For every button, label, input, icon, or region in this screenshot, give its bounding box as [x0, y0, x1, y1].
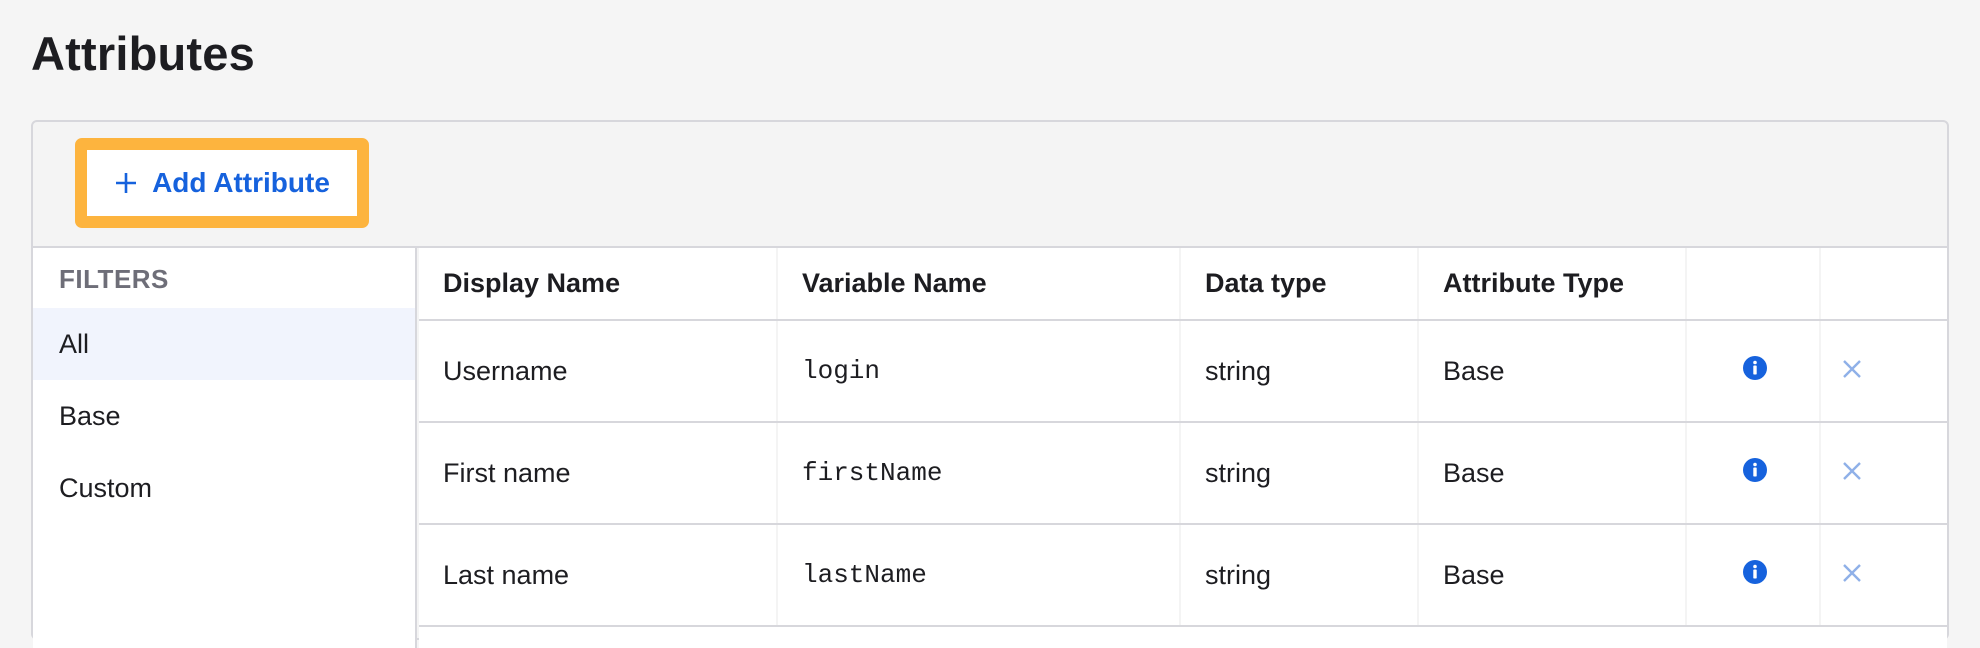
- attribute-type-cell: Base: [1417, 320, 1686, 423]
- attribute-type-cell: Base: [1417, 524, 1686, 627]
- filter-item-all[interactable]: All: [33, 308, 415, 380]
- table-row: Username login string Base: [419, 320, 1947, 423]
- info-cell: [1685, 422, 1820, 525]
- variable-name-cell: firstName: [776, 422, 1180, 525]
- column-header-remove: [1819, 248, 1947, 321]
- data-type-cell: string: [1179, 524, 1418, 627]
- info-icon[interactable]: [1742, 457, 1768, 483]
- info-icon[interactable]: [1742, 355, 1768, 381]
- display-name-cell: First name: [419, 422, 777, 525]
- close-icon[interactable]: [1841, 562, 1863, 584]
- toolbar: Add Attribute: [33, 122, 1947, 248]
- page-title: Attributes: [31, 27, 255, 80]
- table-row: First name firstName string Base: [419, 422, 1947, 525]
- data-type-cell: string: [1179, 320, 1418, 423]
- add-attribute-button[interactable]: Add Attribute: [75, 138, 369, 228]
- plus-icon: [114, 171, 138, 195]
- variable-name-cell: lastName: [776, 524, 1180, 627]
- table-row: Last name lastName string Base: [419, 524, 1947, 627]
- column-header-attribute-type[interactable]: Attribute Type: [1417, 248, 1686, 321]
- filter-item-custom[interactable]: Custom: [33, 452, 415, 524]
- filters-title: FILTERS: [59, 264, 169, 294]
- info-cell: [1685, 524, 1820, 627]
- info-cell: [1685, 320, 1820, 423]
- filter-item-base[interactable]: Base: [33, 380, 415, 452]
- column-header-data-type[interactable]: Data type: [1179, 248, 1418, 321]
- display-name-cell: Last name: [419, 524, 777, 627]
- attribute-type-cell: Base: [1417, 422, 1686, 525]
- info-icon[interactable]: [1742, 559, 1768, 585]
- table-header-row: Display Name Variable Name Data type Att…: [419, 248, 1947, 321]
- data-type-cell: string: [1179, 422, 1418, 525]
- filters-sidebar: FILTERS All Base Custom: [33, 248, 417, 648]
- remove-cell: [1819, 320, 1947, 423]
- attributes-table: Display Name Variable Name Data type Att…: [419, 248, 1947, 648]
- column-header-variable-name[interactable]: Variable Name: [776, 248, 1180, 321]
- close-icon[interactable]: [1841, 460, 1863, 482]
- add-attribute-label: Add Attribute: [152, 167, 330, 198]
- attributes-panel: Add Attribute FILTERS All Base Custom Di…: [31, 120, 1949, 648]
- display-name-cell: Username: [419, 320, 777, 423]
- close-icon[interactable]: [1841, 358, 1863, 380]
- remove-cell: [1819, 524, 1947, 627]
- column-header-info: [1685, 248, 1820, 321]
- remove-cell: [1819, 422, 1947, 525]
- variable-name-cell: login: [776, 320, 1180, 423]
- column-header-display-name[interactable]: Display Name: [419, 248, 777, 321]
